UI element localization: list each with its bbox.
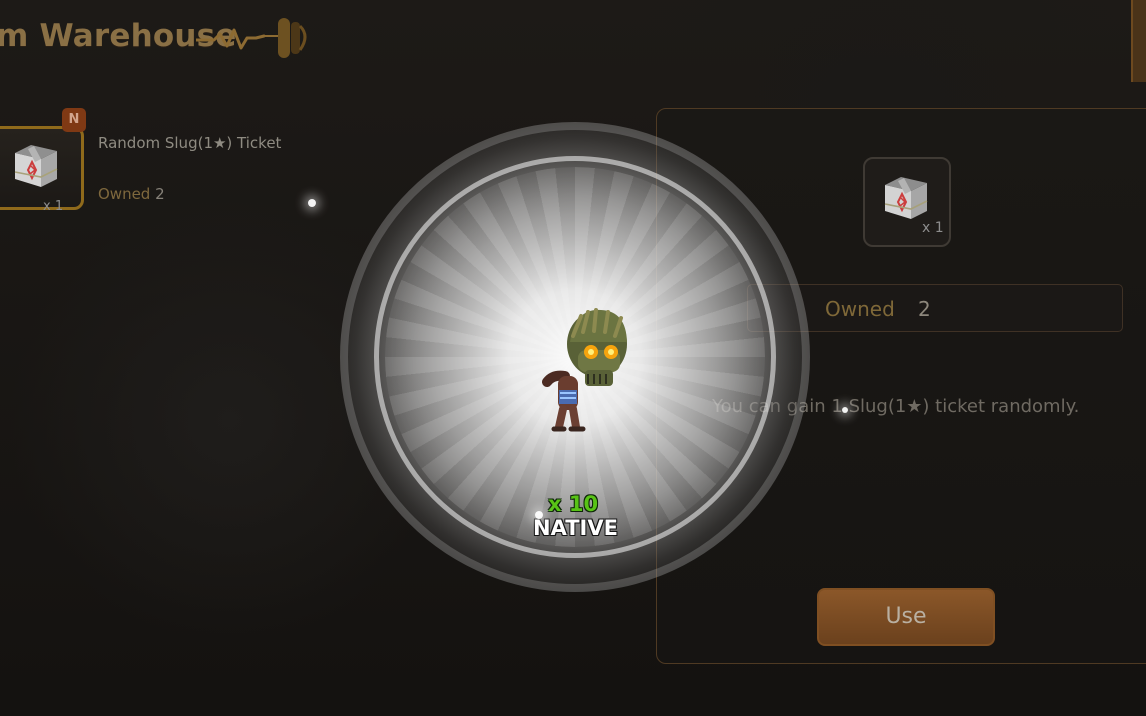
detail-item-quantity: x 1 <box>922 220 944 236</box>
header-ornament-icon <box>196 18 307 58</box>
sparkle <box>535 511 543 519</box>
use-button[interactable]: Use <box>817 588 995 646</box>
owned-value: 2 <box>918 297 931 321</box>
reward-popup[interactable]: x 10 NATIVE <box>340 122 810 592</box>
reward-name: NATIVE <box>533 516 618 540</box>
detail-item-icon-frame: x 1 <box>863 157 951 247</box>
sparkle <box>308 199 316 207</box>
item-quantity: x 1 <box>43 199 64 214</box>
item-owned-label: Owned <box>98 185 151 203</box>
list-item[interactable]: x 1 N Random Slug(1★) Ticket Owned 2 <box>0 108 300 214</box>
reward-count: x 10 <box>548 492 599 516</box>
native-character-icon <box>542 308 627 432</box>
new-badge: N <box>62 108 86 132</box>
item-icon-frame[interactable]: x 1 <box>0 126 84 214</box>
item-owned-row: Owned 2 <box>98 185 165 203</box>
header: m Warehouse <box>0 0 330 74</box>
crate-icon <box>14 145 58 187</box>
top-right-panel-edge <box>1131 0 1146 82</box>
sparkle <box>842 407 848 413</box>
owned-label: Owned <box>825 297 895 321</box>
crate-icon <box>884 177 928 219</box>
item-owned-value: 2 <box>155 185 165 203</box>
item-name: Random Slug(1★) Ticket <box>98 134 282 152</box>
